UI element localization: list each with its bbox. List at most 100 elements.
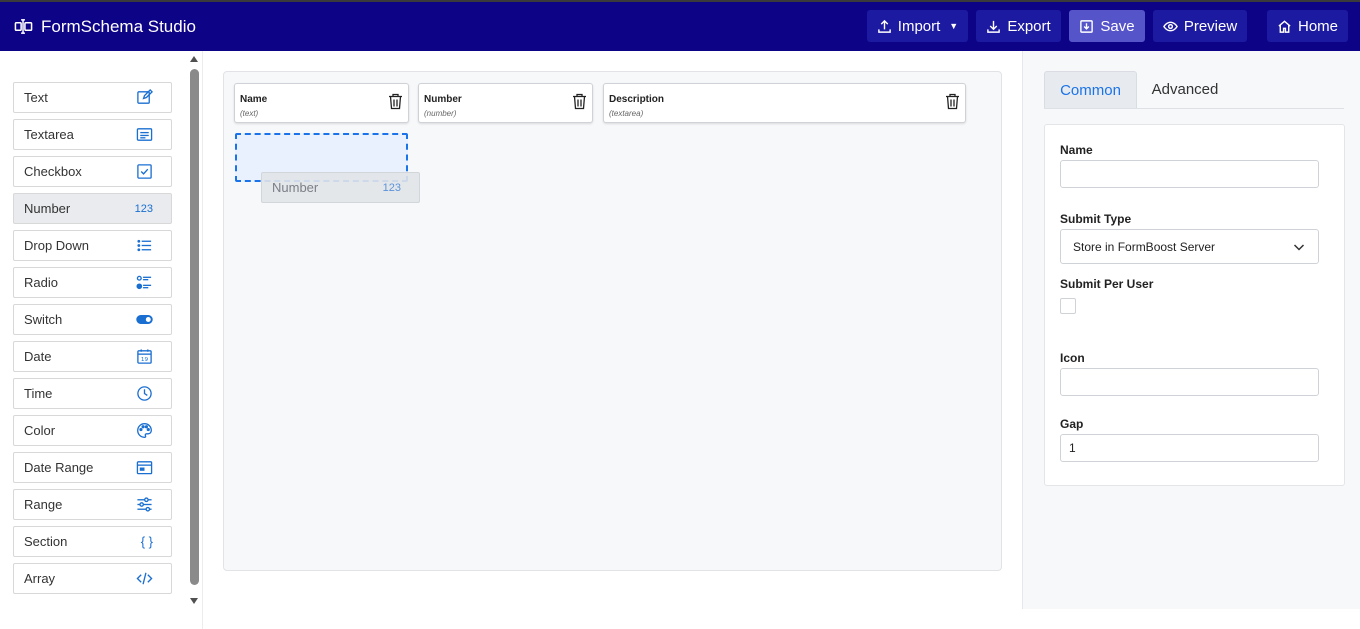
palette-item-date[interactable]: Date 19: [13, 341, 172, 372]
palette-item-text[interactable]: Text: [13, 82, 172, 113]
canvas-field-name[interactable]: Name (text): [234, 83, 409, 123]
export-label: Export: [1007, 17, 1051, 35]
properties-panel: Common Advanced Name Submit Type Store i…: [1022, 51, 1360, 609]
eye-icon: [1162, 21, 1178, 31]
list-icon: [137, 239, 152, 252]
palette-item-label: Array: [24, 571, 56, 586]
field-name: Number: [424, 94, 462, 105]
home-label: Home: [1297, 17, 1338, 35]
palette-item-number[interactable]: Number 123: [13, 193, 172, 224]
radio-list-icon: [136, 275, 152, 290]
palette-item-label: Switch: [24, 312, 63, 327]
brand: FormSchema Studio: [14, 17, 196, 37]
palette-item-radio[interactable]: Radio: [13, 267, 172, 298]
scroll-up-arrow-icon[interactable]: [190, 56, 198, 62]
palette-item-checkbox[interactable]: Checkbox: [13, 156, 172, 187]
tab-advanced[interactable]: Advanced: [1141, 71, 1229, 108]
name-input[interactable]: [1060, 160, 1319, 188]
palette-item-array[interactable]: Array: [13, 563, 172, 594]
palette-item-range[interactable]: Range: [13, 489, 172, 520]
preview-label: Preview: [1183, 17, 1238, 35]
caret-down-icon: ▼: [949, 21, 959, 31]
drag-ghost-label: Number: [272, 180, 319, 195]
tab-divider: [1044, 108, 1344, 109]
submit-per-user-checkbox[interactable]: [1060, 298, 1076, 314]
name-label: Name: [1060, 143, 1093, 157]
field-palette: Text Textarea Checkbox Number 123 Drop D…: [0, 51, 203, 629]
submit-per-user-label: Submit Per User: [1060, 277, 1154, 291]
palette-item-color[interactable]: Color: [13, 415, 172, 446]
clock-icon: [137, 386, 152, 401]
number-icon: 123: [382, 181, 401, 194]
field-name: Description: [609, 94, 665, 105]
palette-scroll-thumb[interactable]: [190, 69, 199, 585]
submit-type-value: Store in FormBoost Server: [1073, 239, 1216, 254]
palette-item-label: Number: [24, 201, 71, 216]
palette-icon: [137, 423, 152, 438]
braces-icon: { }: [140, 534, 153, 549]
scroll-down-arrow-icon[interactable]: [190, 598, 198, 604]
import-label: Import: [897, 17, 941, 35]
icon-input[interactable]: [1060, 368, 1319, 396]
form-schema-logo-icon: [14, 19, 33, 34]
palette-item-label: Text: [24, 90, 48, 105]
palette-item-label: Radio: [24, 275, 58, 290]
palette-item-time[interactable]: Time: [13, 378, 172, 409]
app-title: FormSchema Studio: [41, 16, 196, 36]
gap-input[interactable]: [1060, 434, 1319, 462]
toggle-icon: [136, 315, 153, 324]
drag-ghost-number: Number 123: [261, 172, 420, 203]
icon-label: Icon: [1060, 351, 1085, 365]
upload-icon: [877, 19, 891, 33]
palette-item-label: Color: [24, 423, 56, 438]
canvas-field-description[interactable]: Description (textarea): [603, 83, 966, 123]
palette-item-label: Date Range: [24, 460, 94, 475]
field-type: (textarea): [609, 109, 644, 118]
checkbox-icon: [137, 164, 152, 179]
sliders-icon: [137, 497, 152, 512]
textarea-icon: [136, 128, 153, 141]
home-button[interactable]: Home: [1267, 10, 1348, 42]
palette-item-dropdown[interactable]: Drop Down: [13, 230, 172, 261]
palette-item-section[interactable]: Section { }: [13, 526, 172, 557]
import-button[interactable]: Import ▼: [867, 10, 968, 42]
date-range-icon: [136, 461, 153, 475]
home-icon: [1278, 19, 1291, 33]
submit-type-select[interactable]: Store in FormBoost Server: [1060, 229, 1319, 264]
app-header: FormSchema Studio Import ▼ Export Save P…: [0, 0, 1360, 51]
calendar-icon: 19: [137, 349, 152, 364]
palette-item-switch[interactable]: Switch: [13, 304, 172, 335]
palette-item-label: Textarea: [24, 127, 74, 142]
canvas-field-number[interactable]: Number (number): [418, 83, 593, 123]
save-label: Save: [1100, 17, 1135, 35]
save-button[interactable]: Save: [1069, 10, 1145, 42]
palette-item-label: Checkbox: [24, 164, 82, 179]
number-icon: 123: [134, 202, 153, 215]
palette-item-label: Date: [24, 349, 52, 364]
submit-type-label: Submit Type: [1060, 212, 1132, 226]
palette-item-label: Drop Down: [24, 238, 90, 253]
field-type: (number): [424, 109, 457, 118]
preview-button[interactable]: Preview: [1153, 10, 1247, 42]
gap-label: Gap: [1060, 417, 1084, 431]
trash-icon[interactable]: [388, 93, 403, 110]
common-properties-form: Name Submit Type Store in FormBoost Serv…: [1044, 124, 1345, 486]
tab-common[interactable]: Common: [1044, 71, 1137, 108]
chevron-down-icon: [1293, 243, 1305, 251]
export-button[interactable]: Export: [976, 10, 1061, 42]
palette-item-date-range[interactable]: Date Range: [13, 452, 172, 483]
palette-item-label: Section: [24, 534, 68, 549]
edit-icon: [137, 89, 153, 104]
field-name: Name: [240, 94, 268, 105]
code-icon: [136, 572, 153, 585]
trash-icon[interactable]: [572, 93, 587, 110]
save-icon: [1080, 19, 1094, 33]
field-type: (text): [240, 109, 259, 118]
download-icon: [987, 20, 1001, 33]
trash-icon[interactable]: [945, 93, 960, 110]
calendar-day-text: 19: [141, 357, 149, 363]
palette-item-label: Range: [24, 497, 63, 512]
palette-item-textarea[interactable]: Textarea: [13, 119, 172, 150]
form-canvas[interactable]: Name (text) Number (number) Description …: [223, 71, 1002, 571]
palette-item-label: Time: [24, 386, 53, 401]
